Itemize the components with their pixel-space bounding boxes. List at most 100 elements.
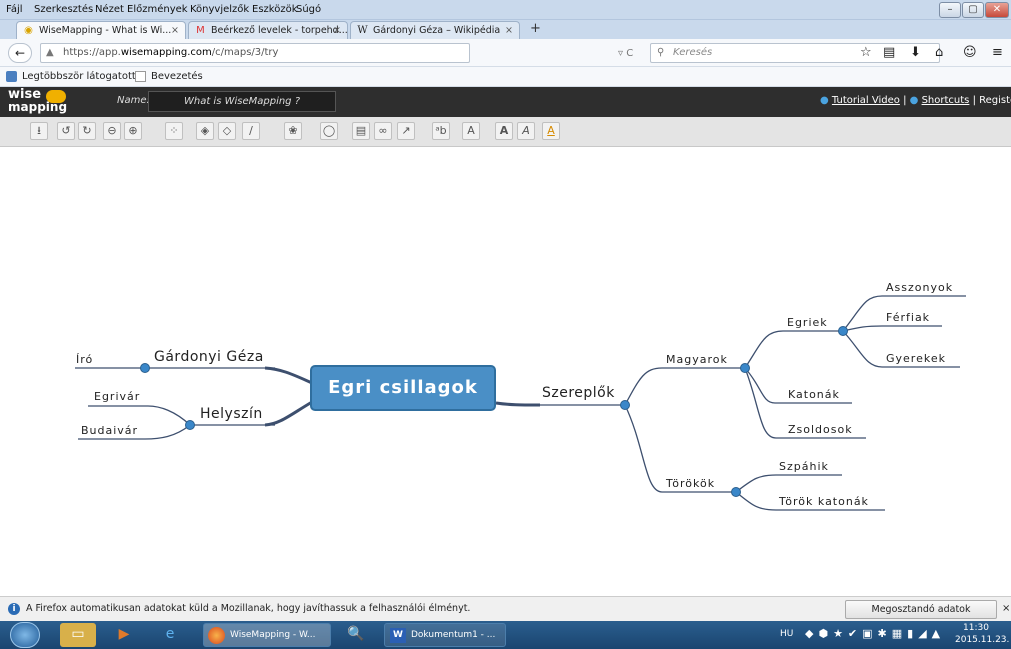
tutorial-video-link[interactable]: Tutorial Video <box>832 95 900 106</box>
italic-icon[interactable]: A <box>517 122 535 140</box>
topic-katonak[interactable]: Katonák <box>788 388 840 401</box>
new-tab-button[interactable]: + <box>530 21 541 36</box>
menu-history[interactable]: Előzmények <box>127 4 188 15</box>
topic-szpahik[interactable]: Szpáhik <box>779 460 829 473</box>
undo-icon[interactable]: ↺ <box>57 122 75 140</box>
search-input[interactable]: ⚲ Keresés <box>650 43 940 63</box>
font-color-icon[interactable]: A <box>542 122 560 140</box>
font-icon[interactable]: A <box>462 122 480 140</box>
bookmark-star-icon[interactable]: ☆ <box>860 45 872 60</box>
connector-egriek-ferfiak <box>842 325 883 332</box>
topic-ferfiak[interactable]: Férfiak <box>886 311 930 324</box>
border-color-icon[interactable]: ∕ <box>242 122 260 140</box>
connector-magyarok-egriek <box>744 330 784 369</box>
tab-wisemapping[interactable]: ◉ WiseMapping - What is Wi... × <box>16 21 186 40</box>
tab-label: Gárdonyi Géza – Wikipédia <box>373 25 501 36</box>
clock-time[interactable]: 11:30 <box>963 623 989 633</box>
topic-gardonyi-geza[interactable]: Gárdonyi Géza <box>154 349 264 365</box>
topic-torok-katonak[interactable]: Török katonák <box>779 495 869 508</box>
menu-help[interactable]: Súgó <box>296 4 321 15</box>
topic-egrivar[interactable]: Egrivár <box>94 390 140 403</box>
bookmark-getting-started[interactable]: Bevezetés <box>151 71 203 82</box>
topic-magyarok[interactable]: Magyarok <box>666 353 728 366</box>
clock-date[interactable]: 2015.11.23. <box>955 635 1009 645</box>
central-topic[interactable]: Egri csillagok <box>310 365 496 411</box>
bookmark-most-visited[interactable]: Legtöbbször látogatott <box>22 71 136 82</box>
topic-helyszin[interactable]: Helyszín <box>200 406 263 422</box>
menu-file[interactable]: Fájl <box>6 4 23 15</box>
register-link[interactable]: Registe <box>979 95 1011 106</box>
menu-view[interactable]: Nézet <box>95 4 124 15</box>
system-tray-icons[interactable]: ◆⬢★✔▣✱▦▮◢▲ <box>805 627 945 640</box>
link-icon[interactable]: ∞ <box>374 122 392 140</box>
topic-asszonyok[interactable]: Asszonyok <box>886 281 953 294</box>
taskbar-word[interactable]: W Dokumentum1 - ... <box>384 623 506 647</box>
topic-torokok[interactable]: Törökök <box>666 477 715 490</box>
topic-egriek[interactable]: Egriek <box>787 316 828 329</box>
map-name-input[interactable]: What is WiseMapping ? <box>148 91 336 112</box>
add-child-icon[interactable]: ◈ <box>196 122 214 140</box>
notification-close-icon[interactable]: × <box>1002 603 1010 614</box>
tab-wikipedia[interactable]: W Gárdonyi Géza – Wikipédia × <box>350 21 520 39</box>
redo-icon[interactable]: ↻ <box>78 122 96 140</box>
font-size-icon[interactable]: ᵃb <box>432 122 450 140</box>
start-button[interactable] <box>10 622 40 648</box>
node-collapse-dot <box>140 363 150 373</box>
language-indicator[interactable]: HU <box>780 629 793 639</box>
add-topic-icon[interactable]: ⁘ <box>165 122 183 140</box>
media-player-icon[interactable]: ▶ <box>106 623 142 647</box>
url-bar[interactable]: ▲ https://app.wisemapping.com/c/maps/3/t… <box>40 43 470 63</box>
window-title-bar: Fájl Szerkesztés Nézet Előzmények Könyvj… <box>0 0 1011 20</box>
delete-icon[interactable]: ◇ <box>218 122 236 140</box>
connector-central-gardonyi <box>264 366 313 385</box>
tab-close-icon[interactable]: × <box>333 22 341 39</box>
menu-edit[interactable]: Szerkesztés <box>34 4 93 15</box>
windows-taskbar: ▭ ▶ e WiseMapping - W... 🔍 W Dokumentum1… <box>0 621 1011 649</box>
tab-close-icon[interactable]: × <box>505 22 513 39</box>
warning-icon: ▲ <box>46 47 54 58</box>
shape-icon[interactable]: ◯ <box>320 122 338 140</box>
fill-color-icon[interactable]: ❀ <box>284 122 302 140</box>
back-button[interactable]: ← <box>8 43 32 63</box>
tab-gmail[interactable]: M Beérkező levelek - torpehd... × <box>188 21 348 39</box>
zoom-out-icon[interactable]: ⊖ <box>103 122 121 140</box>
menu-bookmarks[interactable]: Könyvjelzők <box>190 4 249 15</box>
maximize-button[interactable]: ▢ <box>962 2 984 18</box>
bold-icon[interactable]: A <box>495 122 513 140</box>
zoom-in-icon[interactable]: ⊕ <box>124 122 142 140</box>
taskbar-label: Dokumentum1 - ... <box>411 630 496 640</box>
navigation-bar: ← ▲ https://app.wisemapping.com/c/maps/3… <box>0 39 1011 67</box>
explorer-icon[interactable]: ▭ <box>60 623 96 647</box>
menu-tools[interactable]: Eszközök <box>252 4 298 15</box>
download-icon[interactable]: ⬇ <box>910 45 921 60</box>
choose-data-button[interactable]: Megosztandó adatok kiválasztása <box>845 600 997 632</box>
reload-button[interactable]: ▿ C <box>618 48 633 59</box>
reading-list-icon[interactable]: ▤ <box>883 45 895 60</box>
minimize-button[interactable]: – <box>939 2 961 18</box>
connector-szereplok-torokok <box>624 404 663 493</box>
save-icon[interactable]: ⭳ <box>30 122 48 140</box>
topic-zsoldosok[interactable]: Zsoldosok <box>788 423 853 436</box>
relationship-icon[interactable]: ↗ <box>397 122 415 140</box>
topic-szereplok[interactable]: Szereplők <box>542 385 615 401</box>
topic-iro[interactable]: Író <box>76 353 93 366</box>
home-icon[interactable]: ⌂ <box>935 45 943 60</box>
notification-text: A Firefox automatikusan adatokat küld a … <box>26 603 471 614</box>
topic-gyerekek[interactable]: Gyerekek <box>886 352 946 365</box>
shortcuts-link[interactable]: Shortcuts <box>922 95 970 106</box>
topic-budaivar[interactable]: Budaivár <box>81 424 138 437</box>
chat-icon[interactable]: ☺ <box>963 45 977 60</box>
note-icon[interactable]: ▤ <box>352 122 370 140</box>
taskbar-firefox[interactable]: WiseMapping - W... <box>203 623 331 647</box>
help-icon: ● <box>909 95 919 106</box>
tab-close-icon[interactable]: × <box>171 22 179 39</box>
logo-fish-icon <box>46 90 66 103</box>
close-window-button[interactable]: ✕ <box>985 2 1009 18</box>
internet-explorer-icon[interactable]: e <box>152 623 188 647</box>
search-app-icon[interactable]: 🔍 <box>338 623 374 647</box>
bookmark-folder-icon <box>6 71 17 82</box>
menu-icon[interactable]: ≡ <box>992 45 1003 60</box>
notification-bar: i A Firefox automatikusan adatokat küld … <box>0 596 1011 632</box>
mindmap-canvas[interactable]: Egri csillagok Gárdonyi Géza Író Helyszí… <box>0 147 1011 596</box>
node-collapse-dot <box>740 363 750 373</box>
